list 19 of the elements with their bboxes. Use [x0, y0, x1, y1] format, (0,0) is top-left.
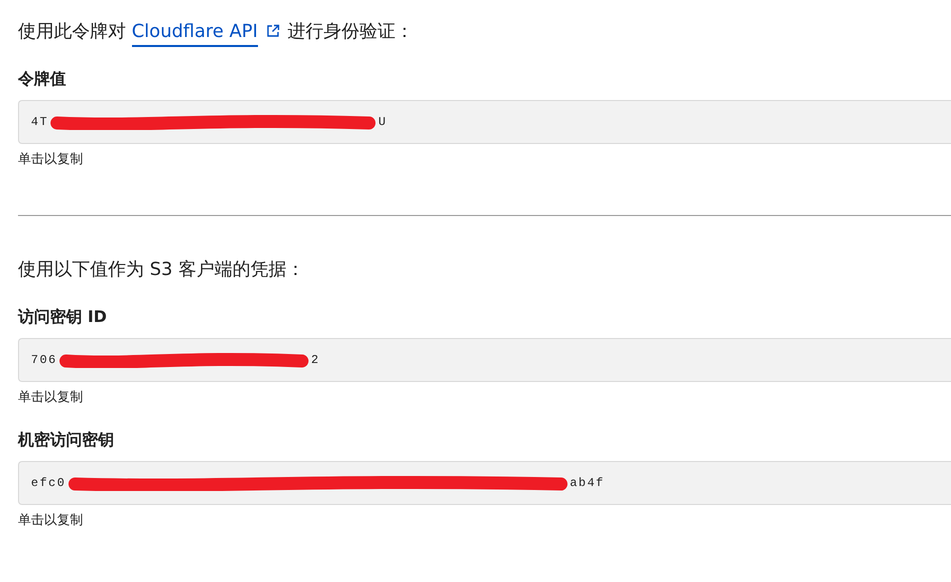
- copy-hint: 单击以复制: [18, 389, 84, 407]
- value-text-end: 2: [311, 353, 320, 367]
- value-text-start: 4T: [31, 115, 48, 129]
- value-text-end: ab4f: [570, 476, 605, 490]
- field-label: 令牌值: [18, 68, 67, 90]
- value-text-start: efc0: [31, 476, 66, 490]
- copy-hint: 单击以复制: [18, 512, 84, 530]
- external-link-icon: [266, 24, 280, 38]
- cloudflare-api-link[interactable]: Cloudflare API: [132, 21, 258, 47]
- intro-text: 使用此令牌对 Cloudflare API 进行身份验证：: [18, 18, 951, 46]
- copy-field[interactable]: 706 2: [18, 338, 951, 382]
- field-label: 访问密钥 ID: [18, 306, 108, 328]
- field-label: 机密访问密钥: [18, 429, 115, 451]
- value-text-start: 706: [31, 353, 58, 367]
- copy-field[interactable]: efc0 ab4f: [18, 461, 951, 505]
- copy-hint: 单击以复制: [18, 151, 84, 169]
- value-text-end: U: [378, 115, 388, 129]
- copy-field[interactable]: 4T U: [18, 100, 951, 144]
- s3-intro-text: 使用以下值作为 S3 客户端的凭据：: [18, 258, 306, 282]
